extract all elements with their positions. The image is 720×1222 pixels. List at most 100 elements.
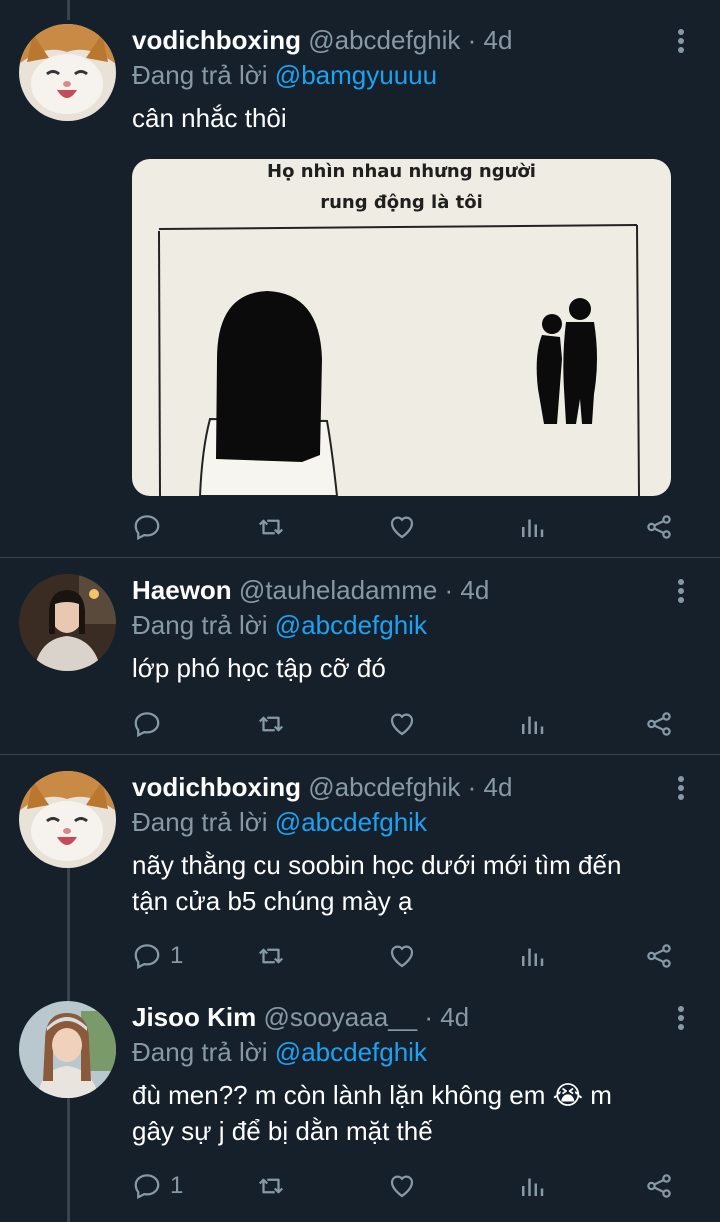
tweet-text-line: nãy thằng cu soobin học dưới mới tìm đến — [132, 850, 622, 880]
analytics-button[interactable] — [517, 936, 547, 976]
like-button[interactable] — [387, 936, 417, 976]
heart-icon — [390, 516, 414, 539]
display-name[interactable]: Haewon — [132, 575, 232, 605]
reply-context: Đang trả lời @abcdefghik — [132, 609, 427, 641]
analytics-button[interactable] — [517, 1166, 547, 1206]
reply-count: 1 — [170, 942, 184, 969]
tweet-actions: 1 — [132, 936, 682, 976]
heart-icon — [390, 945, 414, 968]
reply-prefix: Đang trả lời — [132, 807, 268, 837]
analytics-icon — [522, 716, 544, 734]
reply-button[interactable] — [132, 704, 170, 744]
like-button[interactable] — [387, 704, 417, 744]
analytics-icon — [522, 948, 544, 966]
display-name[interactable]: Jisoo Kim — [132, 1002, 256, 1032]
tweet-actions — [132, 704, 682, 744]
avatar[interactable] — [19, 574, 116, 671]
reply-button[interactable] — [132, 507, 170, 547]
retweet-icon — [258, 519, 284, 535]
person-avatar-image — [19, 574, 116, 671]
user-handle[interactable]: @abcdefghik — [308, 25, 460, 55]
reply-icon — [134, 515, 160, 541]
share-icon — [647, 1174, 671, 1198]
more-options-icon[interactable] — [671, 576, 691, 608]
reply-button[interactable]: 1 — [132, 1166, 183, 1206]
analytics-button[interactable] — [517, 507, 547, 547]
more-options-icon[interactable] — [671, 1003, 691, 1035]
reply-icon — [134, 944, 160, 970]
heart-icon — [390, 1175, 414, 1198]
share-icon — [647, 712, 671, 736]
retweet-icon — [258, 948, 284, 964]
tweet[interactable]: Haewon @tauheladamme · 4d Đang trả lời @… — [0, 558, 720, 754]
analytics-icon — [522, 1178, 544, 1196]
analytics-icon — [522, 519, 544, 537]
reply-prefix: Đang trả lời — [132, 610, 268, 640]
reply-button[interactable]: 1 — [132, 936, 183, 976]
tweet-text-line: đù men?? m còn lành lặn không em 😭 m — [132, 1080, 612, 1110]
tweet-header: vodichboxing @abcdefghik · 4d — [132, 24, 512, 56]
user-handle[interactable]: @abcdefghik — [308, 772, 460, 802]
reply-context: Đang trả lời @bamgyuuuu — [132, 59, 437, 91]
heart-icon — [390, 713, 414, 736]
tweet-text-line: gây sự j để bị dằn mặt thế — [132, 1116, 433, 1146]
like-button[interactable] — [387, 507, 417, 547]
avatar[interactable] — [19, 24, 116, 121]
retweet-icon — [258, 716, 284, 732]
tweet[interactable]: Jisoo Kim @sooyaaa__ · 4d Đang trả lời @… — [0, 985, 720, 1222]
user-handle[interactable]: @sooyaaa__ — [263, 1002, 417, 1032]
reply-context: Đang trả lời @abcdefghik — [132, 806, 427, 838]
share-button[interactable] — [644, 704, 674, 744]
timestamp: · 4d — [467, 772, 513, 802]
cat-avatar-image — [19, 771, 116, 868]
tweet-media-image[interactable]: Họ nhìn nhau nhưng người rung động là tô… — [132, 159, 671, 496]
tweet-text: lớp phó học tập cỡ đó — [132, 653, 386, 683]
more-options-icon[interactable] — [671, 26, 691, 58]
retweet-button[interactable] — [256, 936, 286, 976]
share-button[interactable] — [644, 507, 674, 547]
tweet-text: cân nhắc thôi — [132, 103, 287, 133]
tweet-actions — [132, 507, 682, 547]
timestamp: · 4d — [467, 25, 513, 55]
tweet[interactable]: vodichboxing @abcdefghik · 4d Đang trả l… — [0, 0, 720, 557]
reply-mention-link[interactable]: @abcdefghik — [275, 807, 427, 837]
avatar[interactable] — [19, 1001, 116, 1098]
person-avatar-image — [19, 1001, 116, 1098]
tweet-actions: 1 — [132, 1166, 682, 1206]
display-name[interactable]: vodichboxing — [132, 772, 301, 802]
timestamp: · 4d — [424, 1002, 470, 1032]
reply-prefix: Đang trả lời — [132, 60, 268, 90]
illustration — [158, 224, 640, 496]
share-button[interactable] — [644, 936, 674, 976]
tweet-header: Jisoo Kim @sooyaaa__ · 4d — [132, 1001, 469, 1033]
share-icon — [647, 515, 671, 539]
tweet[interactable]: vodichboxing @abcdefghik · 4d Đang trả l… — [0, 755, 720, 985]
user-handle[interactable]: @tauheladamme — [239, 575, 437, 605]
tweet-header: Haewon @tauheladamme · 4d — [132, 574, 489, 606]
like-button[interactable] — [387, 1166, 417, 1206]
reply-icon — [134, 1174, 160, 1200]
avatar[interactable] — [19, 771, 116, 868]
more-options-icon[interactable] — [671, 773, 691, 805]
retweet-button[interactable] — [256, 1166, 286, 1206]
retweet-icon — [258, 1178, 284, 1194]
display-name[interactable]: vodichboxing — [132, 25, 301, 55]
retweet-button[interactable] — [256, 507, 286, 547]
reply-context: Đang trả lời @abcdefghik — [132, 1036, 427, 1068]
reply-mention-link[interactable]: @abcdefghik — [275, 610, 427, 640]
tweet-text: đù men?? m còn lành lặn không em 😭 m gây… — [132, 1077, 692, 1149]
reply-icon — [134, 712, 160, 738]
reply-count: 1 — [170, 1172, 184, 1199]
tweet-header: vodichboxing @abcdefghik · 4d — [132, 771, 512, 803]
cat-avatar-image — [19, 24, 116, 121]
tweet-text: nãy thằng cu soobin học dưới mới tìm đến… — [132, 847, 692, 919]
reply-mention-link[interactable]: @bamgyuuuu — [275, 60, 437, 90]
share-button[interactable] — [644, 1166, 674, 1206]
share-icon — [647, 944, 671, 968]
analytics-button[interactable] — [517, 704, 547, 744]
tweet-text-line: tận cửa b5 chúng mày ạ — [132, 886, 413, 916]
reply-mention-link[interactable]: @abcdefghik — [275, 1037, 427, 1067]
reply-prefix: Đang trả lời — [132, 1037, 268, 1067]
timestamp: · 4d — [444, 575, 490, 605]
retweet-button[interactable] — [256, 704, 286, 744]
